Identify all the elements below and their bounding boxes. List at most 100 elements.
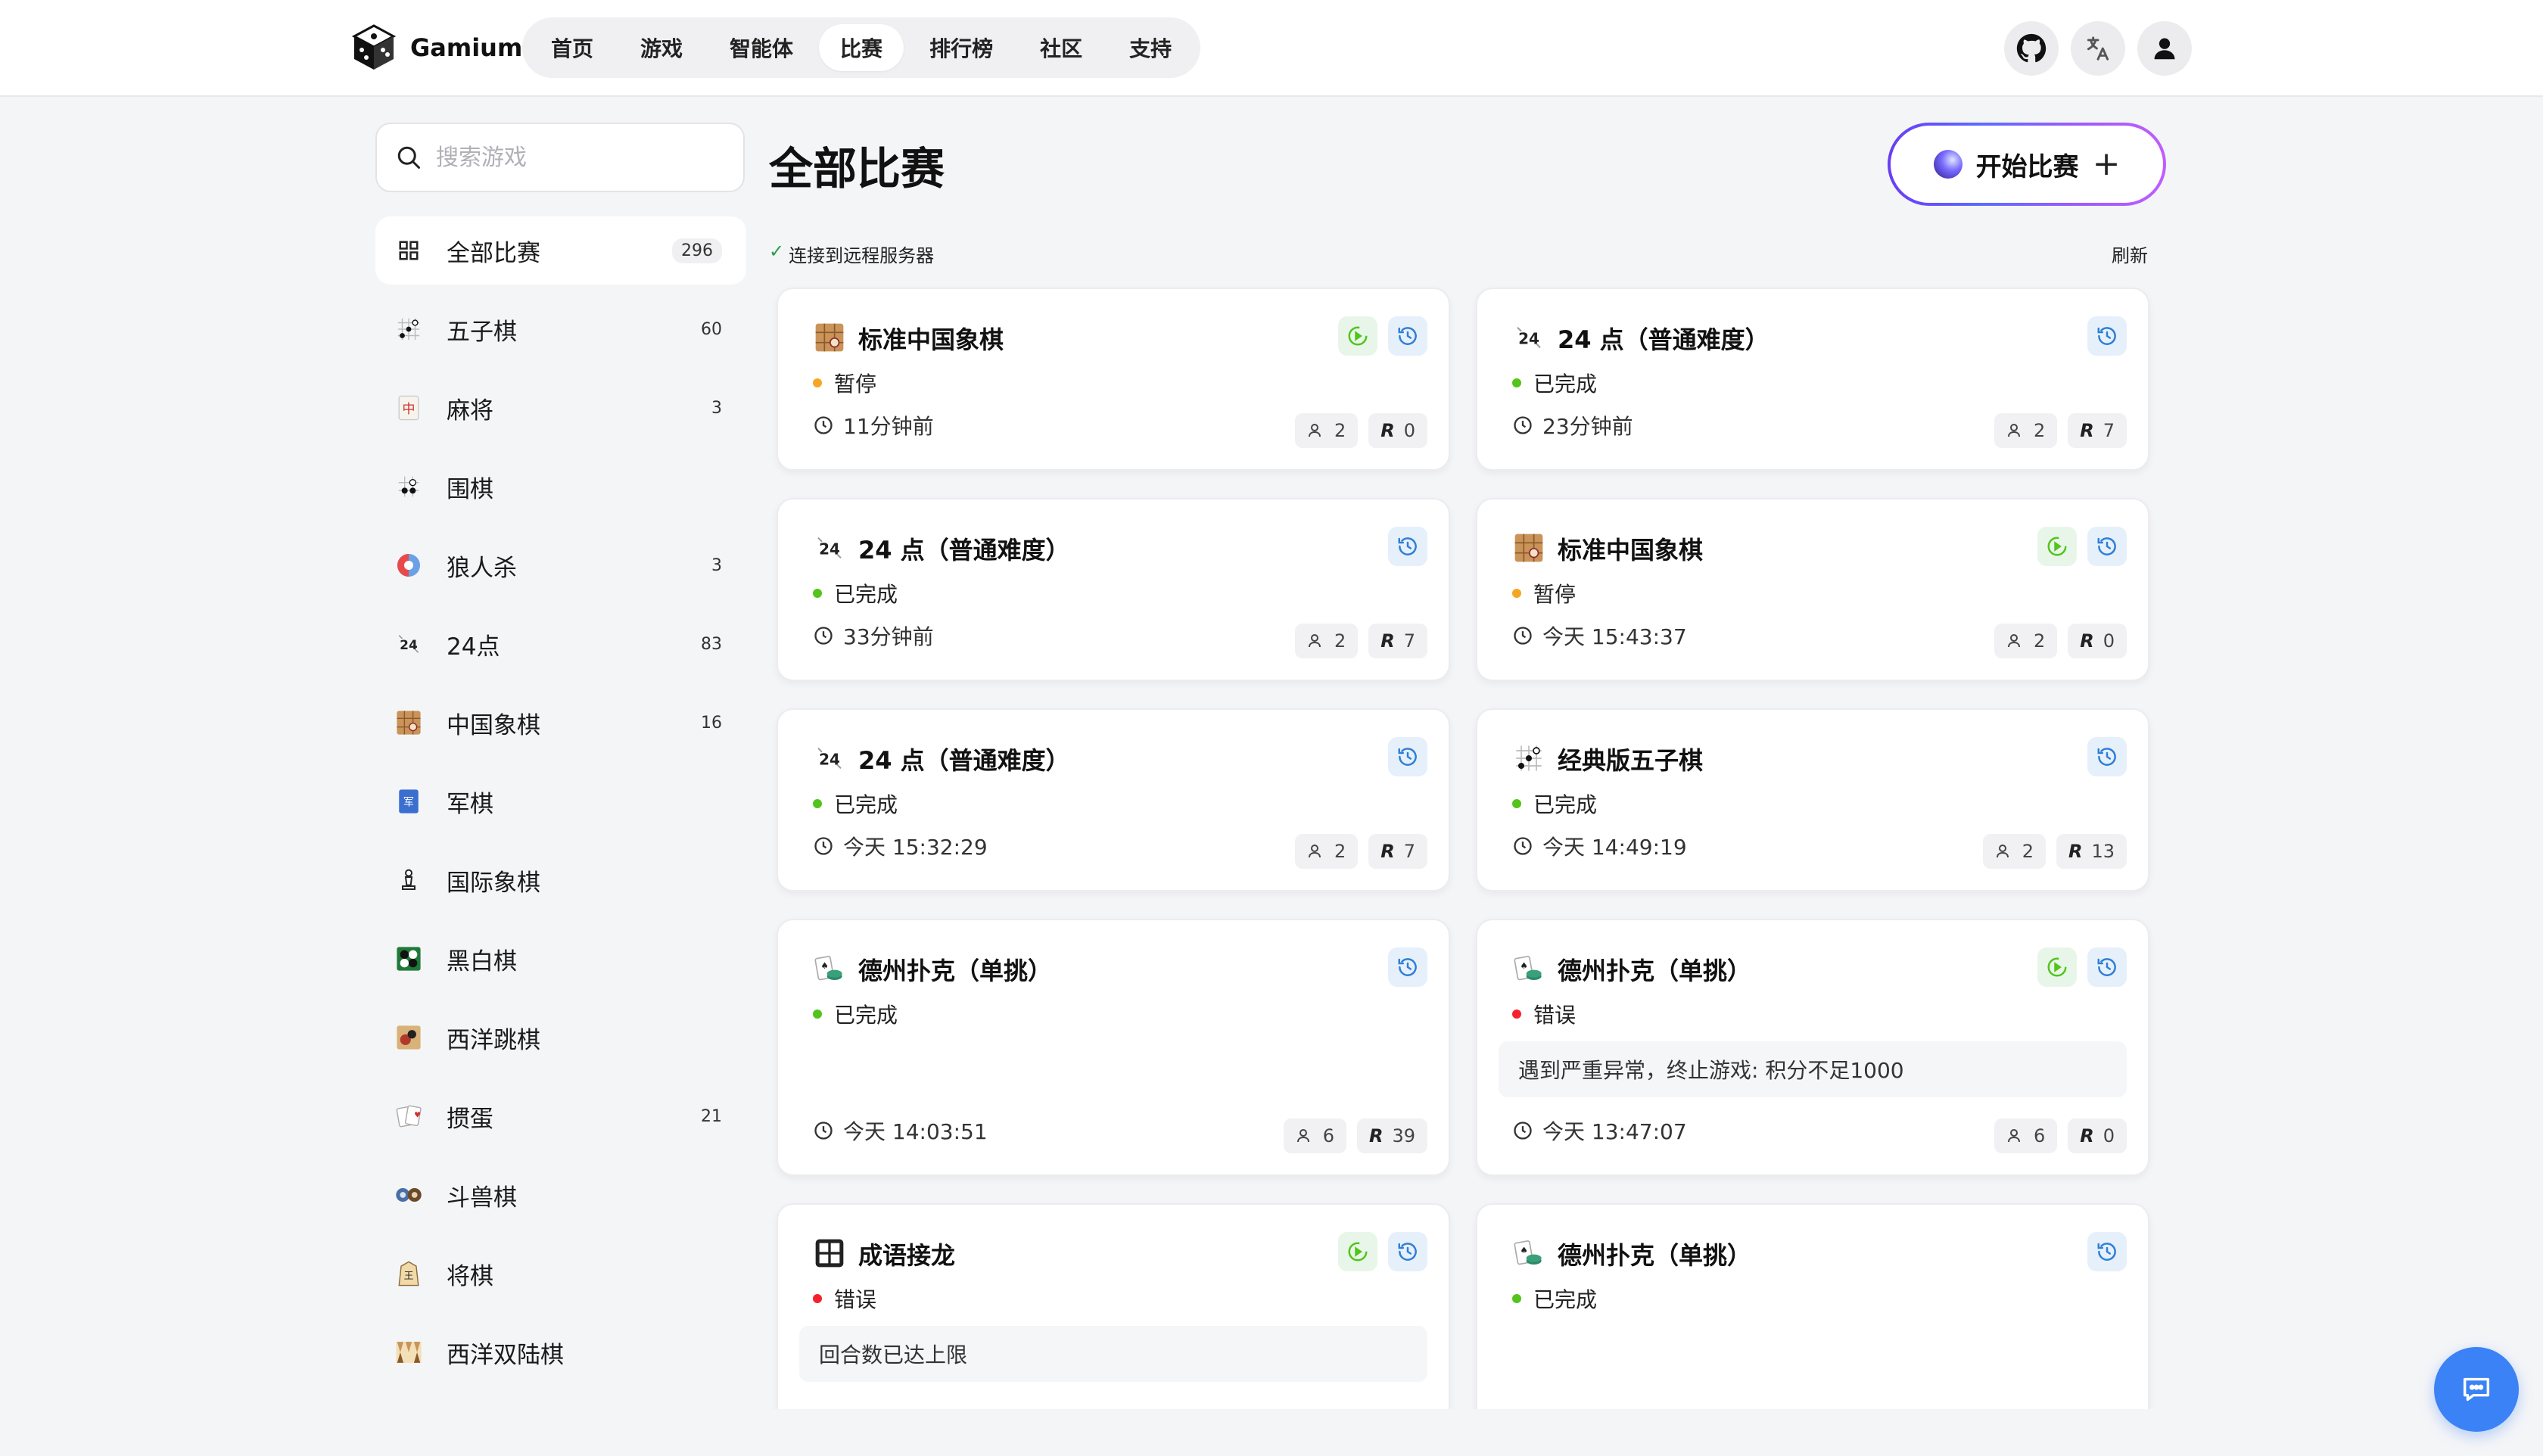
status-dot: [1512, 1010, 1521, 1019]
history-button[interactable]: [1388, 947, 1427, 987]
match-card[interactable]: 成语接龙 错误 回合数已达上限: [777, 1203, 1450, 1409]
rounds-icon: R: [1380, 420, 1395, 441]
sidebar-item-24-points[interactable]: 24 24点 83: [375, 610, 746, 678]
nav-games[interactable]: 游戏: [619, 24, 704, 71]
clock-icon: [814, 416, 833, 434]
history-button[interactable]: [2087, 527, 2127, 566]
nav-support[interactable]: 支持: [1108, 24, 1193, 71]
clock-icon: [1514, 627, 1532, 645]
status-dot: [813, 1010, 822, 1019]
poker-icon: ♠: [813, 952, 846, 985]
search-input[interactable]: [436, 144, 724, 171]
sidebar-item-count: 296: [672, 238, 722, 263]
history-button[interactable]: [2087, 737, 2127, 776]
nav-home[interactable]: 首页: [530, 24, 615, 71]
match-time: 23分钟前: [1512, 410, 1633, 440]
clock-icon: [1514, 837, 1532, 855]
rounds-icon: R: [2080, 420, 2094, 441]
sidebar-item-all-matches[interactable]: 全部比赛 296: [375, 216, 746, 285]
status-text: 已完成: [1533, 1287, 1598, 1312]
language-button[interactable]: [2071, 21, 2125, 76]
players-icon: [2007, 424, 2020, 437]
sidebar-item-gomoku[interactable]: 五子棋 60: [375, 295, 746, 363]
clock-icon: [814, 627, 833, 645]
replay-button[interactable]: [1338, 316, 1377, 356]
sidebar-item-go[interactable]: 围棋: [375, 453, 746, 521]
match-title: 德州扑克（单挑）: [1558, 1241, 1752, 1270]
history-button[interactable]: [1388, 527, 1427, 566]
match-title: 标准中国象棋: [858, 325, 1004, 354]
replay-button[interactable]: [2037, 947, 2077, 987]
start-match-button[interactable]: 开始比赛 +: [1888, 123, 2166, 206]
account-button[interactable]: [2137, 21, 2192, 76]
xiangqi-icon: [394, 708, 424, 738]
search-icon: [397, 146, 420, 169]
history-icon: [2097, 748, 2116, 766]
sidebar-item-checkers[interactable]: 西洋跳棋: [375, 1003, 746, 1072]
replay-button[interactable]: [1338, 1232, 1377, 1271]
match-time: 今天 14:49:19: [1512, 831, 1687, 861]
match-card[interactable]: 标准中国象棋 暂停 11分钟前 2 R0: [777, 288, 1450, 471]
history-button[interactable]: [1388, 737, 1427, 776]
match-card[interactable]: 24 24 点（普通难度） 已完成 23分钟前 2 R7: [1476, 288, 2149, 471]
match-grid: 标准中国象棋 暂停 11分钟前 2 R0 24 24 点（普通难度） 已完成 2…: [769, 280, 2177, 1409]
nav-leaderboard[interactable]: 排行榜: [908, 24, 1014, 71]
chat-button[interactable]: [2434, 1347, 2519, 1432]
players-count: 2: [2022, 841, 2034, 862]
match-time: 今天 13:47:07: [1512, 1115, 1687, 1146]
start-match-button-inner: 开始比赛 +: [1891, 126, 2163, 203]
match-card[interactable]: 标准中国象棋 暂停 今天 15:43:37 2 R0: [1476, 498, 2149, 681]
sidebar-item-othello[interactable]: 黑白棋: [375, 925, 746, 993]
history-button[interactable]: [1388, 1232, 1427, 1271]
sidebar-item-backgammon[interactable]: 西洋双陆棋: [375, 1318, 746, 1386]
sidebar-item-animal-chess[interactable]: 斗兽棋: [375, 1161, 746, 1229]
refresh-link[interactable]: 刷新: [2112, 241, 2148, 267]
gomoku-icon: [1512, 742, 1545, 775]
match-status: 暂停: [1512, 578, 1576, 608]
svg-text:军: 军: [403, 797, 414, 809]
match-card[interactable]: ♠ 德州扑克（单挑） 错误 遇到严重异常，终止游戏: 积分不足1000 今天 1…: [1476, 919, 2149, 1176]
sidebar-item-junqi[interactable]: 军 军棋: [375, 767, 746, 835]
match-status: 错误: [1512, 999, 1576, 1029]
status-dot: [1512, 378, 1521, 387]
replay-button[interactable]: [2037, 527, 2077, 566]
status-dot: [1512, 1294, 1521, 1303]
history-button[interactable]: [2087, 316, 2127, 356]
match-title: 24 点（普通难度）: [1558, 325, 1770, 354]
history-button[interactable]: [2087, 1232, 2127, 1271]
match-card[interactable]: ♠ 德州扑克（单挑） 已完成: [1476, 1203, 2149, 1409]
main-nav: 首页 游戏 智能体 比赛 排行榜 社区 支持: [522, 17, 1201, 78]
nav-agents[interactable]: 智能体: [708, 24, 814, 71]
sidebar-item-count: 83: [701, 634, 722, 654]
match-stats: 2 R7: [1294, 834, 1427, 869]
status-dot: [1512, 799, 1521, 808]
match-card[interactable]: 24 24 点（普通难度） 已完成 33分钟前 2 R7: [777, 498, 1450, 681]
nav-matches[interactable]: 比赛: [819, 24, 904, 71]
match-actions: [2087, 737, 2127, 776]
history-button[interactable]: [1388, 316, 1427, 356]
match-card[interactable]: ♠ 德州扑克（单挑） 已完成 今天 14:03:51 6 R 39: [777, 919, 1450, 1176]
nav-community[interactable]: 社区: [1019, 24, 1103, 71]
svg-text:♠: ♠: [820, 960, 828, 971]
clock-icon: [814, 837, 833, 855]
history-button[interactable]: [2087, 947, 2127, 987]
github-button[interactable]: [2004, 21, 2059, 76]
match-stats: 2 R 13: [1982, 834, 2127, 869]
history-icon: [1398, 1243, 1417, 1261]
match-card[interactable]: 经典版五子棋 已完成 今天 14:49:19 2 R 13: [1476, 708, 2149, 891]
sidebar-item-xiangqi[interactable]: 中国象棋 16: [375, 689, 746, 757]
game-search: [375, 123, 745, 192]
match-title: 德州扑克（单挑）: [858, 957, 1053, 985]
logo[interactable]: Gamium: [351, 23, 522, 73]
play-replay-icon: [1348, 1242, 1368, 1262]
sidebar-item-mahjong[interactable]: 中 麻将 3: [375, 374, 746, 442]
sidebar-item-chess[interactable]: 国际象棋: [375, 846, 746, 914]
history-icon: [2097, 958, 2116, 976]
match-card[interactable]: 24 24 点（普通难度） 已完成 今天 15:32:29 2 R7: [777, 708, 1450, 891]
sidebar-item-shogi[interactable]: 王 将棋: [375, 1240, 746, 1308]
sidebar-item-guandan[interactable]: ♥ 掼蛋 21: [375, 1082, 746, 1150]
shogi-icon: 王: [394, 1258, 424, 1289]
sidebar-item-werewolf[interactable]: 狼人杀 3: [375, 531, 746, 599]
match-status: 错误: [813, 1283, 876, 1314]
sidebar-item-count: 3: [711, 555, 722, 575]
